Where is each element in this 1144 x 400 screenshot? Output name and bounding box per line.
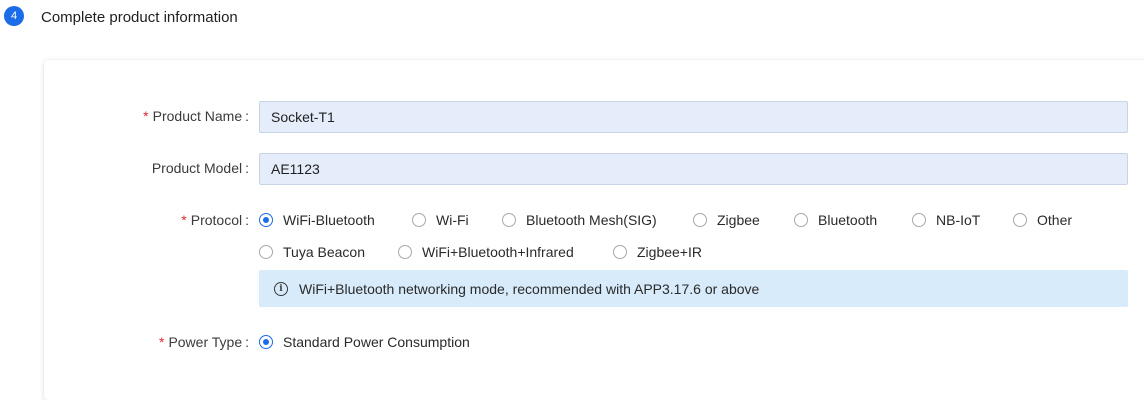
radio-unchecked-icon <box>693 213 707 227</box>
protocol-option-bluetooth-mesh[interactable]: Bluetooth Mesh(SIG) <box>502 212 657 228</box>
power-type-option-standard[interactable]: Standard Power Consumption <box>259 334 470 350</box>
product-model-label: Product Model: <box>151 160 249 176</box>
protocol-hint-text: WiFi+Bluetooth networking mode, recommen… <box>299 280 760 297</box>
radio-unchecked-icon <box>259 245 273 259</box>
protocol-option-bluetooth[interactable]: Bluetooth <box>794 212 877 228</box>
info-circle-icon: i <box>274 281 288 296</box>
radio-checked-icon <box>259 213 273 227</box>
protocol-option-wifi-bluetooth[interactable]: WiFi-Bluetooth <box>259 212 375 228</box>
step-title: Complete product information <box>41 9 238 26</box>
radio-unchecked-icon <box>502 213 516 227</box>
protocol-hint-banner: i WiFi+Bluetooth networking mode, recomm… <box>259 270 1128 307</box>
required-mark: * <box>181 212 187 228</box>
step-number-badge: 4 <box>4 6 24 26</box>
protocol-option-wifi[interactable]: Wi-Fi <box>412 212 469 228</box>
required-mark: * <box>143 108 149 124</box>
radio-unchecked-icon <box>912 213 926 227</box>
product-name-input[interactable] <box>259 101 1128 133</box>
radio-unchecked-icon <box>613 245 627 259</box>
required-mark: * <box>158 334 165 350</box>
protocol-option-zigbee[interactable]: Zigbee <box>693 212 760 228</box>
product-model-input[interactable] <box>259 153 1128 185</box>
protocol-option-wifi-bluetooth-infrared[interactable]: WiFi+Bluetooth+Infrared <box>398 244 574 260</box>
power-type-label: * Power Type: <box>158 334 249 350</box>
radio-unchecked-icon <box>1013 213 1027 227</box>
protocol-label: * Protocol: <box>181 212 249 228</box>
radio-unchecked-icon <box>412 213 426 227</box>
radio-unchecked-icon <box>398 245 412 259</box>
protocol-option-nb-iot[interactable]: NB-IoT <box>912 212 980 228</box>
protocol-option-zigbee-ir[interactable]: Zigbee+IR <box>613 244 702 260</box>
step-header: 4 <box>4 6 24 26</box>
protocol-option-other[interactable]: Other <box>1013 212 1072 228</box>
radio-unchecked-icon <box>794 213 808 227</box>
product-name-label: * Product Name: <box>143 108 249 124</box>
radio-checked-icon <box>259 335 273 349</box>
protocol-option-tuya-beacon[interactable]: Tuya Beacon <box>259 244 365 260</box>
